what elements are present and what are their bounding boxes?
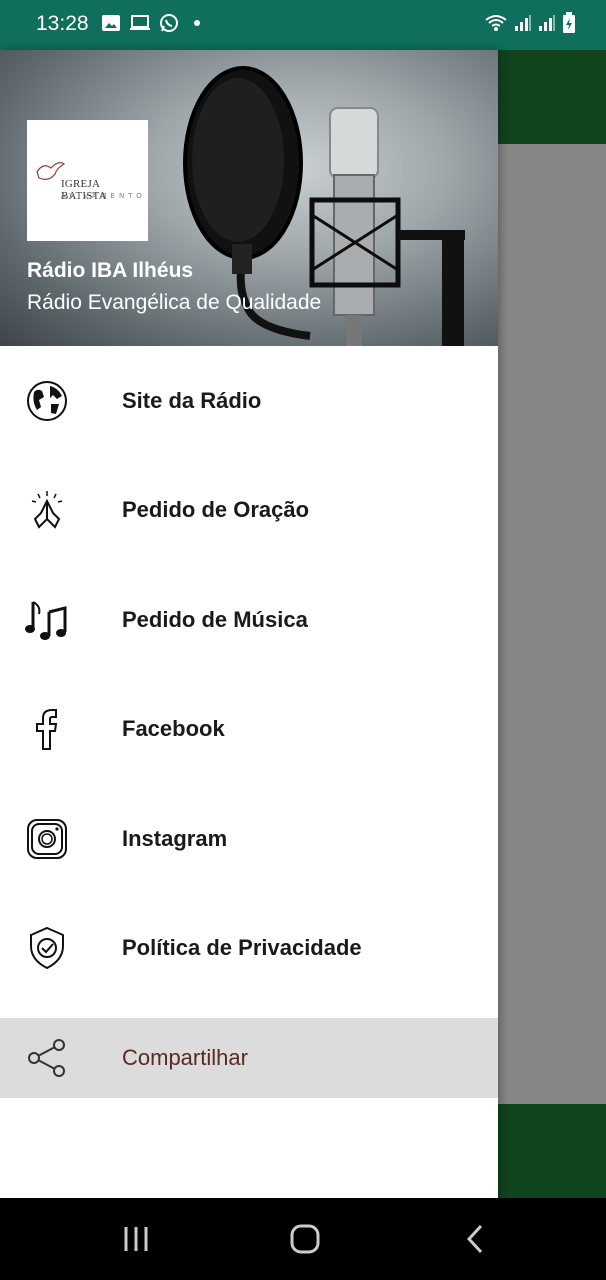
facebook-icon [25,707,69,751]
menu-item-site-da-radio[interactable]: Site da Rádio [0,346,498,456]
menu-label: Instagram [122,825,228,851]
shield-check-icon [25,926,69,970]
drawer-header: IGREJA BATISTA AVIVAMENTO Rádio IBA Ilhé… [0,50,498,346]
menu-label: Pedido de Música [122,606,308,632]
image-icon [102,15,120,31]
dot-icon [194,20,200,26]
system-icons [484,12,576,34]
laptop-icon [130,15,150,30]
battery-charging-icon [563,12,575,33]
wifi-icon [485,15,507,31]
drawer-title: Rádio IBA Ilhéus [27,259,194,282]
drawer-subtitle: Rádio Evangélica de Qualidade [27,291,322,314]
menu-item-pedido-de-musica[interactable]: Pedido de Música [0,565,498,675]
menu-item-compartilhar[interactable]: Compartilhar [0,1018,498,1098]
praying-hands-icon [25,488,69,532]
signal-icon [539,15,555,31]
whatsapp-icon [160,14,178,32]
globe-icon [25,379,69,423]
music-notes-icon [25,598,69,642]
menu-item-pedido-de-oracao[interactable]: Pedido de Oração [0,456,498,566]
back-icon[interactable] [460,1222,490,1256]
recent-apps-icon[interactable] [118,1222,154,1256]
menu-label: Política de Privacidade [122,935,362,961]
system-nav-bar [0,1198,606,1280]
menu-label: Facebook [122,716,225,742]
church-logo: IGREJA BATISTA AVIVAMENTO [27,120,148,241]
share-icon [25,1036,69,1080]
status-bar: 13:28 [0,0,606,50]
status-time: 13:28 [36,12,89,35]
notification-icons [101,13,203,33]
menu-item-instagram[interactable]: Instagram [0,784,498,894]
menu-label: Pedido de Oração [122,497,310,523]
drawer-menu: Site da Rádio Pedido de Oração Pedido de… [0,346,498,1098]
menu-label: Site da Rádio [122,387,262,413]
menu-label: Compartilhar [122,1045,248,1070]
signal-icon [515,15,531,31]
navigation-drawer: IGREJA BATISTA AVIVAMENTO Rádio IBA Ilhé… [0,50,498,1198]
menu-item-politica-de-privacidade[interactable]: Política de Privacidade [0,894,498,1004]
home-icon[interactable] [285,1222,325,1256]
instagram-icon [25,817,69,861]
menu-item-facebook[interactable]: Facebook [0,675,498,785]
logo-text-line2: AVIVAMENTO [61,193,146,200]
